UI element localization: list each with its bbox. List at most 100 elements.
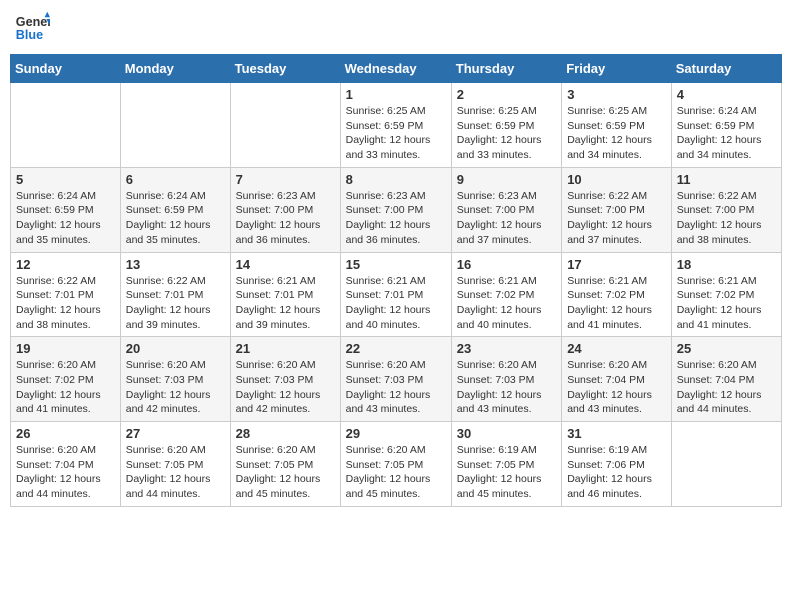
day-number: 4	[677, 87, 776, 102]
day-info: Sunrise: 6:20 AM Sunset: 7:03 PM Dayligh…	[126, 358, 225, 417]
page-header: General Blue	[10, 10, 782, 46]
calendar-cell: 30 Sunrise: 6:19 AM Sunset: 7:05 PM Dayli…	[451, 422, 561, 507]
day-info: Sunrise: 6:19 AM Sunset: 7:05 PM Dayligh…	[457, 443, 556, 502]
calendar-cell: 26 Sunrise: 6:20 AM Sunset: 7:04 PM Dayli…	[11, 422, 121, 507]
day-info: Sunrise: 6:20 AM Sunset: 7:04 PM Dayligh…	[16, 443, 115, 502]
day-number: 27	[126, 426, 225, 441]
calendar-cell: 5 Sunrise: 6:24 AM Sunset: 6:59 PM Daylig…	[11, 167, 121, 252]
day-number: 16	[457, 257, 556, 272]
calendar-cell: 18 Sunrise: 6:21 AM Sunset: 7:02 PM Dayli…	[671, 252, 781, 337]
calendar-cell: 15 Sunrise: 6:21 AM Sunset: 7:01 PM Dayli…	[340, 252, 451, 337]
weekday-header-cell: Tuesday	[230, 55, 340, 83]
calendar-cell: 9Sunrise: 6:23 AM Sunset: 7:00 PM Daylig…	[451, 167, 561, 252]
day-number: 25	[677, 341, 776, 356]
day-info: Sunrise: 6:25 AM Sunset: 6:59 PM Dayligh…	[567, 104, 666, 163]
day-info: Sunrise: 6:24 AM Sunset: 6:59 PM Dayligh…	[16, 189, 115, 248]
day-info: Sunrise: 6:20 AM Sunset: 7:02 PM Dayligh…	[16, 358, 115, 417]
calendar-cell: 23 Sunrise: 6:20 AM Sunset: 7:03 PM Dayli…	[451, 337, 561, 422]
day-info: Sunrise: 6:20 AM Sunset: 7:05 PM Dayligh…	[236, 443, 335, 502]
calendar-week-row: 5 Sunrise: 6:24 AM Sunset: 6:59 PM Daylig…	[11, 167, 782, 252]
calendar-cell	[11, 83, 121, 168]
day-number: 23	[457, 341, 556, 356]
weekday-header-cell: Friday	[562, 55, 672, 83]
calendar-cell: 6 Sunrise: 6:24 AM Sunset: 6:59 PM Daylig…	[120, 167, 230, 252]
calendar-cell	[671, 422, 781, 507]
day-number: 3	[567, 87, 666, 102]
calendar-cell: 27 Sunrise: 6:20 AM Sunset: 7:05 PM Dayli…	[120, 422, 230, 507]
day-number: 13	[126, 257, 225, 272]
day-info: Sunrise: 6:20 AM Sunset: 7:04 PM Dayligh…	[677, 358, 776, 417]
calendar-cell: 2 Sunrise: 6:25 AM Sunset: 6:59 PM Daylig…	[451, 83, 561, 168]
day-info: Sunrise: 6:21 AM Sunset: 7:02 PM Dayligh…	[677, 274, 776, 333]
day-number: 11	[677, 172, 776, 187]
day-info: Sunrise: 6:24 AM Sunset: 6:59 PM Dayligh…	[126, 189, 225, 248]
day-info: Sunrise: 6:20 AM Sunset: 7:04 PM Dayligh…	[567, 358, 666, 417]
day-number: 18	[677, 257, 776, 272]
day-info: Sunrise: 6:20 AM Sunset: 7:03 PM Dayligh…	[457, 358, 556, 417]
day-info: Sunrise: 6:20 AM Sunset: 7:05 PM Dayligh…	[126, 443, 225, 502]
calendar-cell: 14 Sunrise: 6:21 AM Sunset: 7:01 PM Dayli…	[230, 252, 340, 337]
day-number: 15	[346, 257, 446, 272]
day-number: 19	[16, 341, 115, 356]
day-number: 20	[126, 341, 225, 356]
day-info: Sunrise: 6:23 AM Sunset: 7:00 PM Dayligh…	[236, 189, 335, 248]
day-number: 1	[346, 87, 446, 102]
day-info: Sunrise: 6:19 AM Sunset: 7:06 PM Dayligh…	[567, 443, 666, 502]
calendar-cell: 21 Sunrise: 6:20 AM Sunset: 7:03 PM Dayli…	[230, 337, 340, 422]
day-number: 22	[346, 341, 446, 356]
calendar-cell: 22 Sunrise: 6:20 AM Sunset: 7:03 PM Dayli…	[340, 337, 451, 422]
day-number: 6	[126, 172, 225, 187]
day-info: Sunrise: 6:21 AM Sunset: 7:02 PM Dayligh…	[567, 274, 666, 333]
day-number: 31	[567, 426, 666, 441]
day-info: Sunrise: 6:21 AM Sunset: 7:01 PM Dayligh…	[346, 274, 446, 333]
calendar-cell: 11Sunrise: 6:22 AM Sunset: 7:00 PM Dayli…	[671, 167, 781, 252]
day-info: Sunrise: 6:22 AM Sunset: 7:01 PM Dayligh…	[126, 274, 225, 333]
calendar-cell: 7 Sunrise: 6:23 AM Sunset: 7:00 PM Daylig…	[230, 167, 340, 252]
calendar-week-row: 1 Sunrise: 6:25 AM Sunset: 6:59 PM Daylig…	[11, 83, 782, 168]
day-number: 7	[236, 172, 335, 187]
day-info: Sunrise: 6:21 AM Sunset: 7:02 PM Dayligh…	[457, 274, 556, 333]
calendar-cell: 19 Sunrise: 6:20 AM Sunset: 7:02 PM Dayli…	[11, 337, 121, 422]
day-number: 14	[236, 257, 335, 272]
calendar-cell: 16 Sunrise: 6:21 AM Sunset: 7:02 PM Dayli…	[451, 252, 561, 337]
calendar-cell: 25 Sunrise: 6:20 AM Sunset: 7:04 PM Dayli…	[671, 337, 781, 422]
day-number: 28	[236, 426, 335, 441]
day-number: 5	[16, 172, 115, 187]
weekday-header-row: SundayMondayTuesdayWednesdayThursdayFrid…	[11, 55, 782, 83]
day-info: Sunrise: 6:21 AM Sunset: 7:01 PM Dayligh…	[236, 274, 335, 333]
day-number: 12	[16, 257, 115, 272]
calendar-cell: 17Sunrise: 6:21 AM Sunset: 7:02 PM Dayli…	[562, 252, 672, 337]
day-info: Sunrise: 6:23 AM Sunset: 7:00 PM Dayligh…	[457, 189, 556, 248]
calendar-cell: 29 Sunrise: 6:20 AM Sunset: 7:05 PM Dayli…	[340, 422, 451, 507]
logo-icon: General Blue	[14, 10, 50, 46]
calendar-body: 1 Sunrise: 6:25 AM Sunset: 6:59 PM Daylig…	[11, 83, 782, 507]
day-number: 8	[346, 172, 446, 187]
calendar-cell: 8Sunrise: 6:23 AM Sunset: 7:00 PM Daylig…	[340, 167, 451, 252]
calendar-cell	[120, 83, 230, 168]
day-info: Sunrise: 6:22 AM Sunset: 7:01 PM Dayligh…	[16, 274, 115, 333]
weekday-header-cell: Wednesday	[340, 55, 451, 83]
day-number: 24	[567, 341, 666, 356]
calendar-cell: 1 Sunrise: 6:25 AM Sunset: 6:59 PM Daylig…	[340, 83, 451, 168]
calendar-cell: 13 Sunrise: 6:22 AM Sunset: 7:01 PM Dayli…	[120, 252, 230, 337]
day-info: Sunrise: 6:20 AM Sunset: 7:05 PM Dayligh…	[346, 443, 446, 502]
day-info: Sunrise: 6:20 AM Sunset: 7:03 PM Dayligh…	[236, 358, 335, 417]
day-number: 10	[567, 172, 666, 187]
calendar-cell: 28 Sunrise: 6:20 AM Sunset: 7:05 PM Dayli…	[230, 422, 340, 507]
calendar-cell	[230, 83, 340, 168]
day-number: 2	[457, 87, 556, 102]
weekday-header-cell: Thursday	[451, 55, 561, 83]
day-number: 21	[236, 341, 335, 356]
day-number: 30	[457, 426, 556, 441]
calendar-table: SundayMondayTuesdayWednesdayThursdayFrid…	[10, 54, 782, 507]
day-info: Sunrise: 6:25 AM Sunset: 6:59 PM Dayligh…	[346, 104, 446, 163]
calendar-week-row: 26 Sunrise: 6:20 AM Sunset: 7:04 PM Dayli…	[11, 422, 782, 507]
day-info: Sunrise: 6:20 AM Sunset: 7:03 PM Dayligh…	[346, 358, 446, 417]
svg-text:Blue: Blue	[16, 28, 43, 42]
day-number: 29	[346, 426, 446, 441]
day-number: 26	[16, 426, 115, 441]
day-info: Sunrise: 6:25 AM Sunset: 6:59 PM Dayligh…	[457, 104, 556, 163]
calendar-cell: 24 Sunrise: 6:20 AM Sunset: 7:04 PM Dayli…	[562, 337, 672, 422]
calendar-week-row: 12 Sunrise: 6:22 AM Sunset: 7:01 PM Dayli…	[11, 252, 782, 337]
calendar-cell: 10Sunrise: 6:22 AM Sunset: 7:00 PM Dayli…	[562, 167, 672, 252]
